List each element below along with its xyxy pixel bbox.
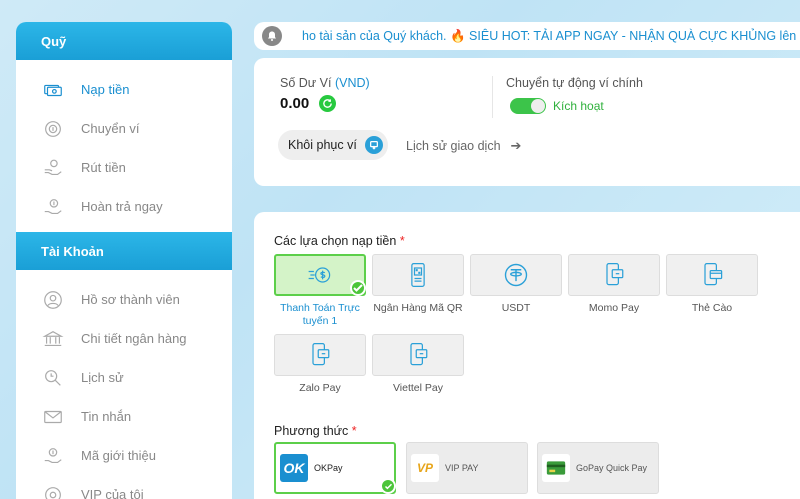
vippay-logo-icon: VP: [411, 454, 439, 482]
vip-icon: [41, 484, 65, 499]
deposit-option-label: Momo Pay: [588, 302, 640, 314]
toggle-state-text: Kích hoạt: [553, 99, 604, 113]
deposit-options-title: Các lựa chọn nạp tiền *: [274, 234, 405, 248]
sidebar-section-account-header: Tài Khoản: [16, 232, 232, 270]
payment-method-label: VIP PAY: [445, 463, 479, 473]
auto-transfer-label: Chuyển tự động ví chính: [506, 76, 643, 90]
deposit-option-momo[interactable]: [568, 254, 660, 296]
auto-transfer-toggle[interactable]: [510, 98, 546, 114]
balance-label-text: Số Dư Ví: [280, 76, 332, 90]
sidebar-item-label: Chi tiết ngân hàng: [81, 331, 187, 346]
payment-method-okpay[interactable]: OK OKPay: [274, 442, 396, 494]
sidebar-item-label: Tin nhắn: [81, 409, 132, 424]
balance-currency: (VND): [334, 76, 370, 90]
payment-method-vippay[interactable]: VP VIP PAY: [406, 442, 528, 494]
restore-wallet-label: Khôi phục ví: [288, 138, 357, 152]
rebate-icon: [41, 196, 65, 218]
sidebar-item-label: Lịch sử: [81, 370, 124, 385]
deposit-option-label: Thanh Toán Trực tuyến 1: [280, 302, 360, 327]
viettel-phone-icon: [410, 343, 428, 366]
refresh-icon[interactable]: [319, 95, 337, 112]
deposit-option-label: Zalo Pay: [299, 382, 341, 394]
balance-label: Số Dư Ví (VND): [280, 76, 370, 90]
transaction-history-link[interactable]: Lịch sử giao dịch ➔: [406, 138, 521, 154]
deposit-option-qr-bank[interactable]: [372, 254, 464, 296]
history-icon: [41, 367, 65, 389]
sidebar-item-label: Mã giới thiệu: [81, 448, 157, 463]
qr-bank-icon: [411, 263, 425, 287]
bell-icon: [262, 26, 282, 46]
method-title-text: Phương thức: [274, 424, 349, 438]
payment-method-gopay[interactable]: GoPay Quick Pay: [537, 442, 659, 494]
announcement-bar: ho tài sản của Quý khách. 🔥 SIÊU HOT: TẢ…: [254, 22, 800, 50]
history-link-label: Lịch sử giao dịch: [406, 139, 501, 153]
sidebar-item-label: Nạp tiền: [81, 82, 130, 97]
deposit-cash-icon: [41, 79, 65, 101]
balance-value: 0.00: [280, 95, 310, 112]
referral-icon: [41, 445, 65, 467]
toggle-knob: [531, 99, 545, 113]
required-mark: *: [399, 234, 405, 248]
deposit-card: Các lựa chọn nạp tiền * Thanh Toán Trực …: [254, 212, 800, 499]
sidebar-item-label: Rút tiền: [81, 160, 126, 175]
check-icon: [380, 478, 396, 494]
profile-icon: [41, 289, 65, 311]
sidebar-section-fund-header: Quỹ: [16, 22, 232, 60]
check-icon: [350, 280, 366, 296]
deposit-option-usdt[interactable]: [470, 254, 562, 296]
okpay-logo-icon: OK: [280, 454, 308, 482]
sidebar-item-rebate[interactable]: Hoàn trả ngay: [16, 187, 232, 226]
sidebar-item-vip[interactable]: VIP của tôi: [16, 475, 232, 499]
restore-wallet-button[interactable]: Khôi phục ví: [278, 130, 388, 160]
deposit-option-viettel[interactable]: [372, 334, 464, 376]
sidebar: Quỹ Nạp tiền Chuyển ví Rút tiền Hoàn trả…: [16, 22, 232, 499]
transfer-icon: [41, 118, 65, 140]
deposit-option-zalo[interactable]: [274, 334, 366, 376]
sidebar-section-title: Quỹ: [41, 33, 67, 49]
sidebar-item-label: Hồ sơ thành viên: [81, 292, 180, 307]
sidebar-item-withdraw[interactable]: Rút tiền: [16, 148, 232, 187]
deposit-option-label: Viettel Pay: [392, 382, 443, 394]
deposit-option-label: USDT: [501, 302, 531, 314]
download-icon: [364, 136, 383, 154]
wallet-divider: [492, 76, 493, 118]
usdt-icon: [504, 263, 528, 287]
sidebar-item-history[interactable]: Lịch sử: [16, 358, 232, 397]
momo-phone-icon: [606, 263, 624, 286]
withdraw-icon: [41, 157, 65, 179]
deposit-option-label: Ngân Hàng Mã QR: [373, 302, 463, 314]
sidebar-section-title: Tài Khoản: [41, 243, 104, 259]
method-title: Phương thức *: [274, 424, 357, 438]
mail-icon: [41, 406, 65, 428]
deposit-option-label: Thẻ Cào: [691, 302, 733, 314]
sidebar-item-profile[interactable]: Hồ sơ thành viên: [16, 280, 232, 319]
sidebar-item-transfer[interactable]: Chuyển ví: [16, 109, 232, 148]
sidebar-item-label: Chuyển ví: [81, 121, 140, 136]
announcement-text: ho tài sản của Quý khách. 🔥 SIÊU HOT: TẢ…: [302, 28, 800, 43]
scratch-card-icon: [704, 263, 723, 286]
bank-icon: [41, 328, 65, 350]
deposit-option-online-payment[interactable]: [274, 254, 366, 296]
wallet-card: Số Dư Ví (VND) 0.00 Chuyển tự động ví ch…: [254, 58, 800, 186]
sidebar-item-bank[interactable]: Chi tiết ngân hàng: [16, 319, 232, 358]
sidebar-item-deposit[interactable]: Nạp tiền: [16, 70, 232, 109]
sidebar-item-label: VIP của tôi: [81, 487, 144, 499]
gopay-card-icon: [542, 454, 570, 482]
required-mark: *: [351, 424, 357, 438]
balance-value-row: 0.00: [280, 95, 337, 112]
payment-method-label: GoPay Quick Pay: [576, 463, 648, 473]
payment-method-label: OKPay: [314, 463, 343, 473]
deposit-option-scratch-card[interactable]: [666, 254, 758, 296]
sidebar-item-messages[interactable]: Tin nhắn: [16, 397, 232, 436]
sidebar-item-label: Hoàn trả ngay: [81, 199, 163, 214]
online-payment-icon: [308, 267, 331, 283]
arrow-right-icon: ➔: [510, 138, 522, 153]
zalo-phone-icon: [312, 343, 330, 366]
sidebar-item-referral[interactable]: Mã giới thiệu: [16, 436, 232, 475]
deposit-options-title-text: Các lựa chọn nạp tiền: [274, 234, 397, 248]
